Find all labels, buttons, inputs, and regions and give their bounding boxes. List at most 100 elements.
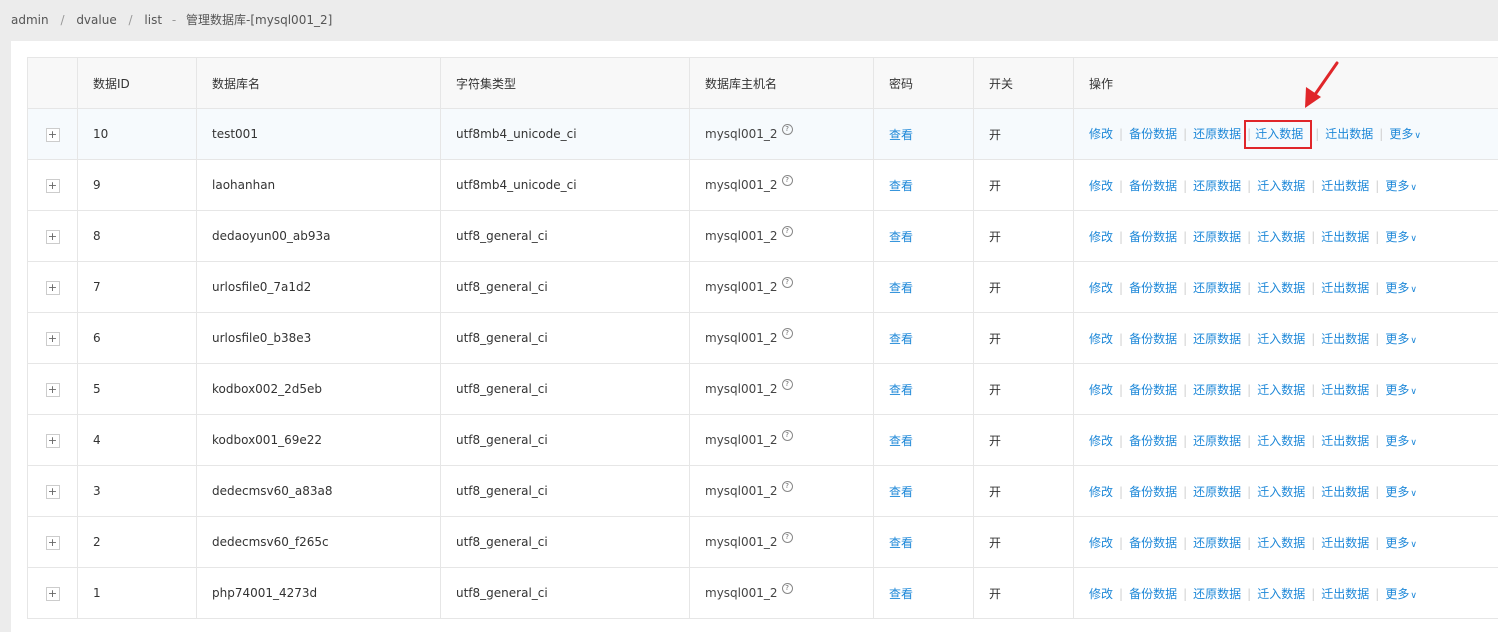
backup-action[interactable]: 备份数据 [1129,536,1177,550]
edit-action[interactable]: 修改 [1089,332,1113,346]
export-action[interactable]: 迁出数据 [1321,587,1369,601]
expand-button[interactable]: + [45,535,60,550]
restore-action[interactable]: 还原数据 [1193,434,1241,448]
restore-action[interactable]: 还原数据 [1193,179,1241,193]
view-password-link[interactable]: 查看 [889,230,913,244]
row-actions: 修改 | 备份数据 | 还原数据 | 迁入数据 | 迁出数据 | 更多∨ [1073,516,1498,568]
view-password-link[interactable]: 查看 [889,281,913,295]
help-icon[interactable]: ? [781,276,793,288]
restore-action[interactable]: 还原数据 [1193,332,1241,346]
more-action[interactable]: 更多∨ [1389,127,1421,141]
import-action[interactable]: 迁入数据 [1257,485,1305,499]
import-action[interactable]: 迁入数据 [1257,281,1305,295]
restore-action[interactable]: 还原数据 [1193,230,1241,244]
breadcrumb-list[interactable]: list [144,13,162,27]
restore-action[interactable]: 还原数据 [1193,587,1241,601]
edit-action[interactable]: 修改 [1089,434,1113,448]
expand-button[interactable]: + [45,280,60,295]
edit-action[interactable]: 修改 [1089,127,1113,141]
help-icon[interactable]: ? [781,531,793,543]
row-actions: 修改 | 备份数据 | 还原数据 | 迁入数据 | 迁出数据 | 更多∨ [1073,108,1498,160]
import-action[interactable]: 迁入数据 [1257,587,1305,601]
more-action[interactable]: 更多∨ [1385,281,1417,295]
help-icon[interactable]: ? [781,378,793,390]
import-action[interactable]: 迁入数据 [1257,383,1305,397]
edit-action[interactable]: 修改 [1089,383,1113,397]
restore-action[interactable]: 还原数据 [1193,485,1241,499]
breadcrumb-dvalue[interactable]: dvalue [76,13,116,27]
backup-action[interactable]: 备份数据 [1129,179,1177,193]
export-action[interactable]: 迁出数据 [1321,281,1369,295]
help-icon[interactable]: ? [781,480,793,492]
import-action[interactable]: 迁入数据 [1257,332,1305,346]
restore-action[interactable]: 还原数据 [1193,127,1241,141]
import-action[interactable]: 迁入数据 [1257,434,1305,448]
more-action[interactable]: 更多∨ [1385,587,1417,601]
help-icon[interactable]: ? [781,429,793,441]
help-icon[interactable]: ? [781,174,793,186]
backup-action[interactable]: 备份数据 [1129,485,1177,499]
export-action[interactable]: 迁出数据 [1321,332,1369,346]
export-action[interactable]: 迁出数据 [1321,434,1369,448]
help-icon[interactable]: ? [781,582,793,594]
view-password-link[interactable]: 查看 [889,332,913,346]
import-action[interactable]: 迁入数据 [1257,536,1305,550]
view-password-link[interactable]: 查看 [889,434,913,448]
restore-action[interactable]: 还原数据 [1193,281,1241,295]
row-id: 10 [77,108,197,160]
view-password-link[interactable]: 查看 [889,179,913,193]
edit-action[interactable]: 修改 [1089,536,1113,550]
more-action[interactable]: 更多∨ [1385,536,1417,550]
export-action[interactable]: 迁出数据 [1321,536,1369,550]
export-action[interactable]: 迁出数据 [1321,230,1369,244]
table-row: +10 test001 utf8mb4_unicode_ci mysql001_2? 查… [27,108,1498,160]
more-action[interactable]: 更多∨ [1385,434,1417,448]
view-password-link[interactable]: 查看 [889,587,913,601]
more-label: 更多 [1385,484,1410,499]
view-password-link[interactable]: 查看 [889,485,913,499]
expand-button[interactable]: + [45,331,60,346]
view-password-link[interactable]: 查看 [889,383,913,397]
row-id: 3 [77,465,197,517]
export-action[interactable]: 迁出数据 [1321,179,1369,193]
more-action[interactable]: 更多∨ [1385,485,1417,499]
backup-action[interactable]: 备份数据 [1129,383,1177,397]
expand-button[interactable]: + [45,484,60,499]
edit-action[interactable]: 修改 [1089,587,1113,601]
export-action[interactable]: 迁出数据 [1321,383,1369,397]
view-password-link[interactable]: 查看 [889,536,913,550]
help-icon[interactable]: ? [781,225,793,237]
edit-action[interactable]: 修改 [1089,485,1113,499]
expand-button[interactable]: + [45,127,60,142]
edit-action[interactable]: 修改 [1089,179,1113,193]
backup-action[interactable]: 备份数据 [1129,281,1177,295]
expand-button[interactable]: + [45,382,60,397]
backup-action[interactable]: 备份数据 [1129,127,1177,141]
help-icon[interactable]: ? [781,327,793,339]
export-action[interactable]: 迁出数据 [1321,485,1369,499]
row-password-cell: 查看 [873,108,974,160]
import-action[interactable]: 迁入数据 [1257,230,1305,244]
more-action[interactable]: 更多∨ [1385,179,1417,193]
more-action[interactable]: 更多∨ [1385,332,1417,346]
backup-action[interactable]: 备份数据 [1129,332,1177,346]
expand-button[interactable]: + [45,433,60,448]
backup-action[interactable]: 备份数据 [1129,434,1177,448]
restore-action[interactable]: 还原数据 [1193,536,1241,550]
import-action[interactable]: 迁入数据 [1257,179,1305,193]
expand-button[interactable]: + [45,586,60,601]
expand-button[interactable]: + [45,178,60,193]
import-action[interactable]: 迁入数据 [1244,119,1313,149]
expand-button[interactable]: + [45,229,60,244]
restore-action[interactable]: 还原数据 [1193,383,1241,397]
edit-action[interactable]: 修改 [1089,230,1113,244]
more-action[interactable]: 更多∨ [1385,230,1417,244]
backup-action[interactable]: 备份数据 [1129,230,1177,244]
help-icon[interactable]: ? [781,123,793,135]
export-action[interactable]: 迁出数据 [1325,127,1373,141]
edit-action[interactable]: 修改 [1089,281,1113,295]
more-action[interactable]: 更多∨ [1385,383,1417,397]
view-password-link[interactable]: 查看 [889,128,913,142]
breadcrumb-admin[interactable]: admin [11,13,49,27]
backup-action[interactable]: 备份数据 [1129,587,1177,601]
